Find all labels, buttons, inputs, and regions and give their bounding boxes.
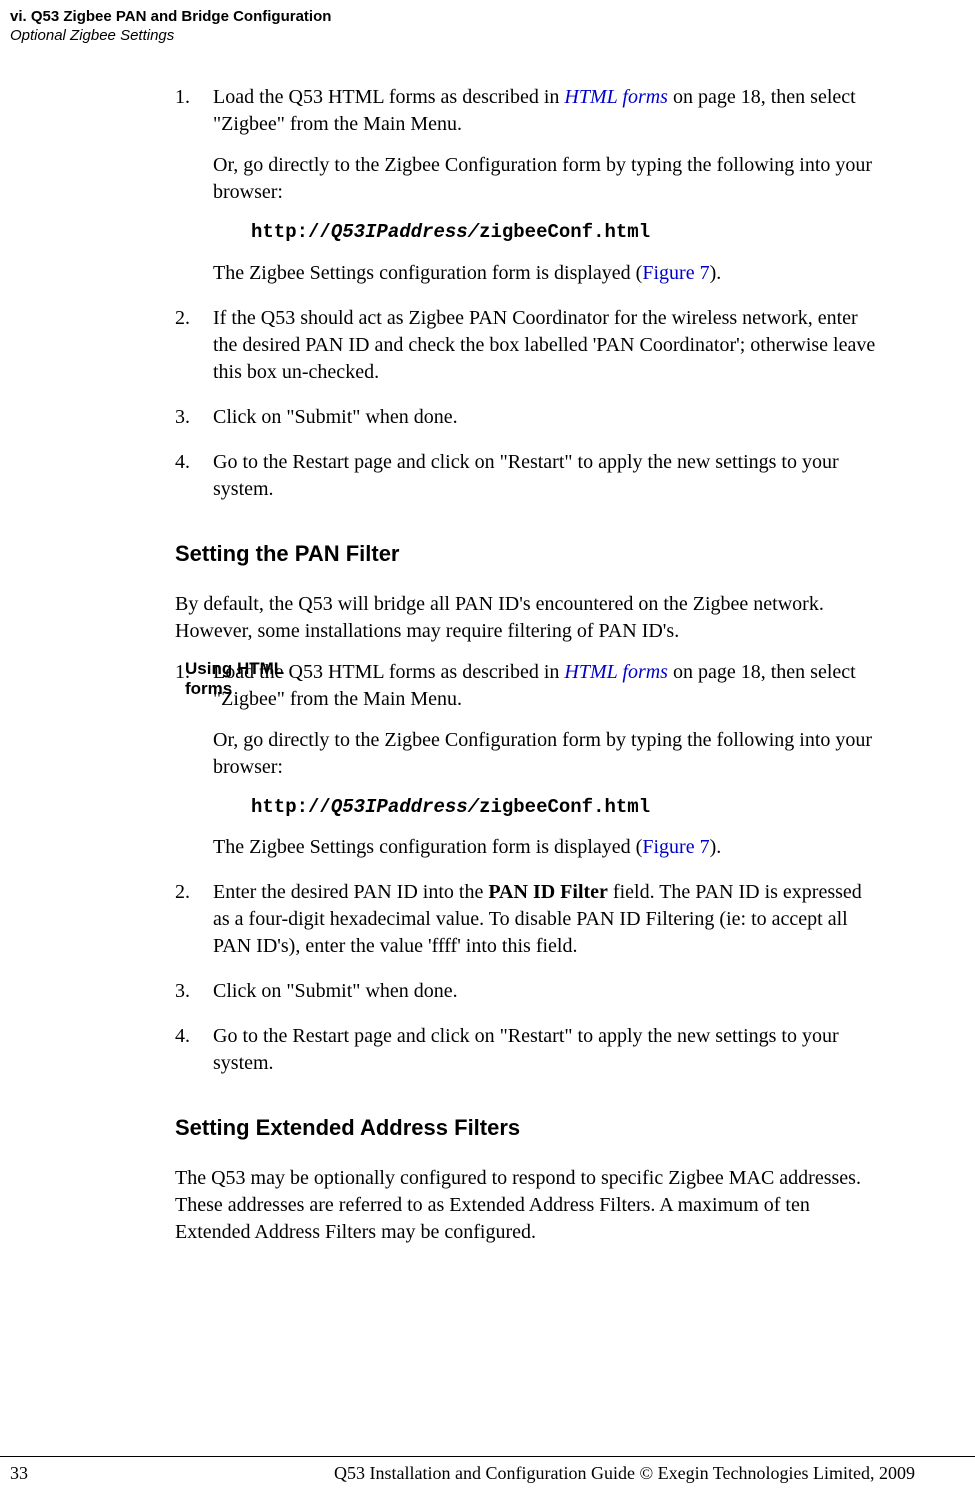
step-subpara: The Zigbee Settings configuration form i… xyxy=(213,834,880,861)
section-intro: By default, the Q53 will bridge all PAN … xyxy=(175,591,880,645)
bold-pan-id-filter: PAN ID Filter xyxy=(488,881,608,903)
step-item: 1. Load the Q53 HTML forms as described … xyxy=(175,84,880,287)
link-figure-7[interactable]: Figure 7 xyxy=(642,262,709,284)
heading-extended-address-filters: Setting Extended Address Filters xyxy=(175,1115,880,1141)
steps-list-1: 1. Load the Q53 HTML forms as described … xyxy=(175,84,880,503)
step-subpara: The Zigbee Settings configuration form i… xyxy=(213,260,880,287)
link-html-forms[interactable]: HTML forms xyxy=(564,661,668,683)
step-subpara: Or, go directly to the Zigbee Configurat… xyxy=(213,152,880,206)
page: vi. Q53 Zigbee PAN and Bridge Configurat… xyxy=(0,0,975,1512)
step-number: 3. xyxy=(175,404,190,431)
code-url: http://Q53IPaddress/zigbeeConf.html xyxy=(251,795,880,821)
code-url: http://Q53IPaddress/zigbeeConf.html xyxy=(251,220,880,246)
header-subtitle: Optional Zigbee Settings xyxy=(10,27,915,44)
step-item: 3. Click on "Submit" when done. xyxy=(175,978,880,1005)
step-text: Go to the Restart page and click on "Res… xyxy=(213,1025,839,1074)
step-number: 1. xyxy=(175,659,190,686)
step-item: 1. Load the Q53 HTML forms as described … xyxy=(175,659,880,862)
footer-text: Q53 Installation and Configuration Guide… xyxy=(334,1463,915,1484)
steps-list-2: 1. Load the Q53 HTML forms as described … xyxy=(175,659,880,1078)
page-footer: 33 Q53 Installation and Configuration Gu… xyxy=(0,1456,975,1484)
step-text: Enter the desired PAN ID into the PAN ID… xyxy=(213,881,862,957)
step-text: Load the Q53 HTML forms as described in … xyxy=(213,86,856,135)
page-number: 33 xyxy=(10,1463,28,1484)
step-item: 4. Go to the Restart page and click on "… xyxy=(175,1023,880,1077)
footer-row: 33 Q53 Installation and Configuration Gu… xyxy=(0,1463,975,1484)
step-text: Go to the Restart page and click on "Res… xyxy=(213,451,839,500)
step-item: 3. Click on "Submit" when done. xyxy=(175,404,880,431)
step-text: Click on "Submit" when done. xyxy=(213,980,458,1002)
step-subpara: Or, go directly to the Zigbee Configurat… xyxy=(213,727,880,781)
step-text: If the Q53 should act as Zigbee PAN Coor… xyxy=(213,307,875,383)
section-block-html-forms: Using HTML forms 1. Load the Q53 HTML fo… xyxy=(175,659,880,1078)
link-html-forms[interactable]: HTML forms xyxy=(564,86,668,108)
content-area: 1. Load the Q53 HTML forms as described … xyxy=(0,84,975,1246)
header-title: vi. Q53 Zigbee PAN and Bridge Configurat… xyxy=(10,8,915,25)
link-figure-7[interactable]: Figure 7 xyxy=(642,836,709,858)
step-item: 2. If the Q53 should act as Zigbee PAN C… xyxy=(175,305,880,386)
step-number: 3. xyxy=(175,978,190,1005)
step-number: 4. xyxy=(175,449,190,476)
step-item: 4. Go to the Restart page and click on "… xyxy=(175,449,880,503)
step-number: 2. xyxy=(175,305,190,332)
step-item: 2. Enter the desired PAN ID into the PAN… xyxy=(175,879,880,960)
section-intro: The Q53 may be optionally configured to … xyxy=(175,1165,880,1246)
step-number: 2. xyxy=(175,879,190,906)
step-number: 1. xyxy=(175,84,190,111)
page-header: vi. Q53 Zigbee PAN and Bridge Configurat… xyxy=(0,0,975,44)
step-text: Click on "Submit" when done. xyxy=(213,406,458,428)
heading-pan-filter: Setting the PAN Filter xyxy=(175,541,880,567)
step-text: Load the Q53 HTML forms as described in … xyxy=(213,661,856,710)
step-number: 4. xyxy=(175,1023,190,1050)
